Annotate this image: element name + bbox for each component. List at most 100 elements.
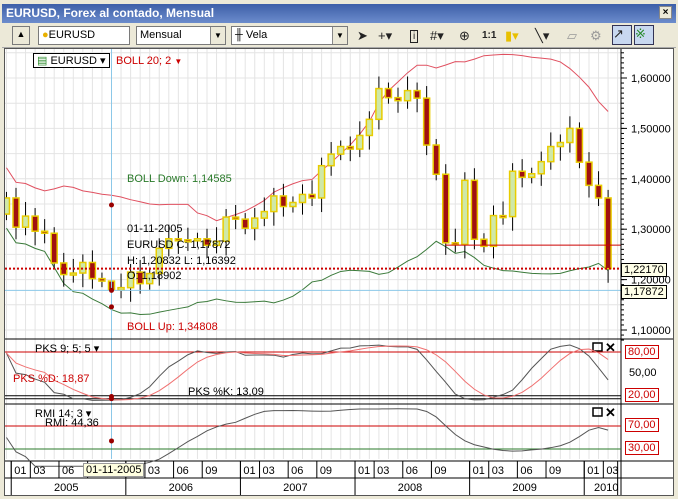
eraser-icon[interactable]: ▱ xyxy=(567,28,577,44)
boll-up-label: BOLL Up: 1,34808 xyxy=(127,321,218,333)
month-label: 06 xyxy=(177,465,189,477)
month-label: 06 xyxy=(520,465,532,477)
pks-level-20: 20,00 xyxy=(625,388,659,402)
candle-body xyxy=(585,161,593,187)
candle-body xyxy=(604,197,612,270)
month-label: 09 xyxy=(320,465,332,477)
candle-body xyxy=(260,210,269,219)
candle-body xyxy=(222,216,230,243)
candle-body xyxy=(432,144,440,176)
zoom-icon[interactable]: ⊕ xyxy=(459,28,470,44)
candle-body xyxy=(327,153,335,167)
candle-body xyxy=(12,197,20,228)
candle-body xyxy=(346,145,354,150)
rmi-cursor-marker xyxy=(109,438,114,444)
year-label: 2005 xyxy=(54,482,78,494)
price-tick-label: 1,40000 xyxy=(631,174,671,186)
candle-body xyxy=(461,179,469,246)
collapse-up-button[interactable]: ▲ xyxy=(12,26,30,45)
period-select[interactable]: Mensual ▼ xyxy=(136,26,226,45)
year-label: 2009 xyxy=(512,482,536,494)
candle-body xyxy=(231,216,240,220)
candle-body xyxy=(537,160,545,175)
tooltip-open: O: 1,18902 xyxy=(127,270,182,282)
candle-icon: ╫ xyxy=(235,29,246,41)
candle-body xyxy=(403,89,412,102)
month-label: 03 xyxy=(263,465,275,477)
pks-close-icon: ✕ xyxy=(605,340,616,355)
candle-body xyxy=(88,261,97,280)
year-label: 2007 xyxy=(283,482,307,494)
month-label: 01 xyxy=(358,465,370,477)
symbol-icon: ▤ xyxy=(37,55,48,67)
rmi-level-70: 70,00 xyxy=(625,418,659,432)
price-tick-label: 1,60000 xyxy=(631,73,671,85)
pks-cursor-marker xyxy=(109,394,114,400)
candle-body xyxy=(575,127,584,163)
boll-down-label: BOLL Down: 1,14585 xyxy=(127,173,232,185)
bulb-icon: ● xyxy=(42,29,49,41)
candle-body xyxy=(384,87,393,99)
window-title: EURUSD, Forex al contado, Mensual xyxy=(6,6,215,20)
month-label: 03 xyxy=(377,465,389,477)
pks-level-80: 80,00 xyxy=(625,345,659,359)
symbol-input[interactable]: ●EURUSD xyxy=(38,26,130,45)
pointer-icon[interactable]: ➤ xyxy=(357,28,368,44)
candle-body xyxy=(547,145,555,163)
candle-body xyxy=(21,215,30,228)
candle-body xyxy=(394,96,402,102)
month-label: 06 xyxy=(406,465,418,477)
month-label: 01 xyxy=(14,465,26,477)
candle-body xyxy=(336,145,345,155)
chart-canvas[interactable]: 1,600001,500001,400001,300001,200001,100… xyxy=(5,49,673,495)
symbol-value: EURUSD xyxy=(48,29,96,41)
boll-indicator-label[interactable]: BOLL 20; 2 ▼ xyxy=(116,55,182,67)
crosshair-icon[interactable]: +▾ xyxy=(378,28,392,44)
tooltip-date: 01-11-2005 xyxy=(127,223,183,235)
month-label: 01 xyxy=(243,465,255,477)
indicator-toggle-icon[interactable]: ※ xyxy=(634,25,654,45)
candle-body xyxy=(594,184,603,199)
candle-body xyxy=(241,218,249,229)
month-label: 03 xyxy=(148,465,160,477)
symbol-dropdown[interactable]: ▤ EURUSD ▾ xyxy=(33,53,110,68)
toolbar: ▲ ●EURUSD Mensual ▼ ╫ Vela ▼ ➤ +▾ i #▾ ⊕ 1… xyxy=(2,24,676,48)
candle-body xyxy=(40,230,49,234)
candle-body xyxy=(31,215,39,232)
chart-type-select[interactable]: ╫ Vela ▼ xyxy=(231,26,348,45)
tooltip-close: EURUSD C: 1,17872 xyxy=(127,239,231,251)
grid-icon[interactable]: #▾ xyxy=(430,28,444,44)
cursor-marker xyxy=(109,304,114,310)
pks-k-label: PKS %K: 13,09 xyxy=(188,386,264,398)
candle-body xyxy=(499,214,507,219)
price-tick-label: 1,50000 xyxy=(631,123,671,135)
line-tool-icon[interactable]: ╲▾ xyxy=(535,28,549,44)
tooltip-high-low: H: 1,20832 L: 1,16392 xyxy=(127,255,236,267)
candle-body xyxy=(5,197,11,215)
info-icon[interactable]: i xyxy=(410,30,419,43)
candle-body xyxy=(98,277,106,282)
year-label: 2010 xyxy=(594,482,618,494)
month-label: 03 xyxy=(606,465,618,477)
one-to-one-button[interactable]: 1:1 xyxy=(482,30,496,41)
month-label: 06 xyxy=(62,465,74,477)
candle-body xyxy=(356,134,364,150)
chart-pane[interactable]: 1,60000 1,50000 1,40000 1,30000 1,20000 1,100… xyxy=(4,48,674,496)
last-price-label: 1,22170 xyxy=(621,263,667,277)
close-button[interactable]: × xyxy=(659,6,672,19)
candle-body xyxy=(451,242,460,246)
folder-icon[interactable]: ▮▾ xyxy=(505,28,519,44)
pks-indicator-label[interactable]: PKS 9; 5; 5 ▾ xyxy=(35,342,99,355)
candle-body xyxy=(422,97,431,146)
object-icon[interactable]: ⚙ xyxy=(590,28,602,44)
candle-body xyxy=(556,141,565,148)
boll-upper-line xyxy=(6,53,609,222)
boll-lower-line xyxy=(6,227,609,315)
trend-toggle-icon[interactable]: ↗ xyxy=(612,25,632,45)
month-label: 06 xyxy=(291,465,303,477)
year-label: 2008 xyxy=(398,482,422,494)
pks-level-50: 50,00 xyxy=(629,367,657,379)
candle-body xyxy=(279,195,288,208)
pks-params: PKS 9; 5; 5 xyxy=(35,343,91,355)
candle-body xyxy=(413,89,421,99)
